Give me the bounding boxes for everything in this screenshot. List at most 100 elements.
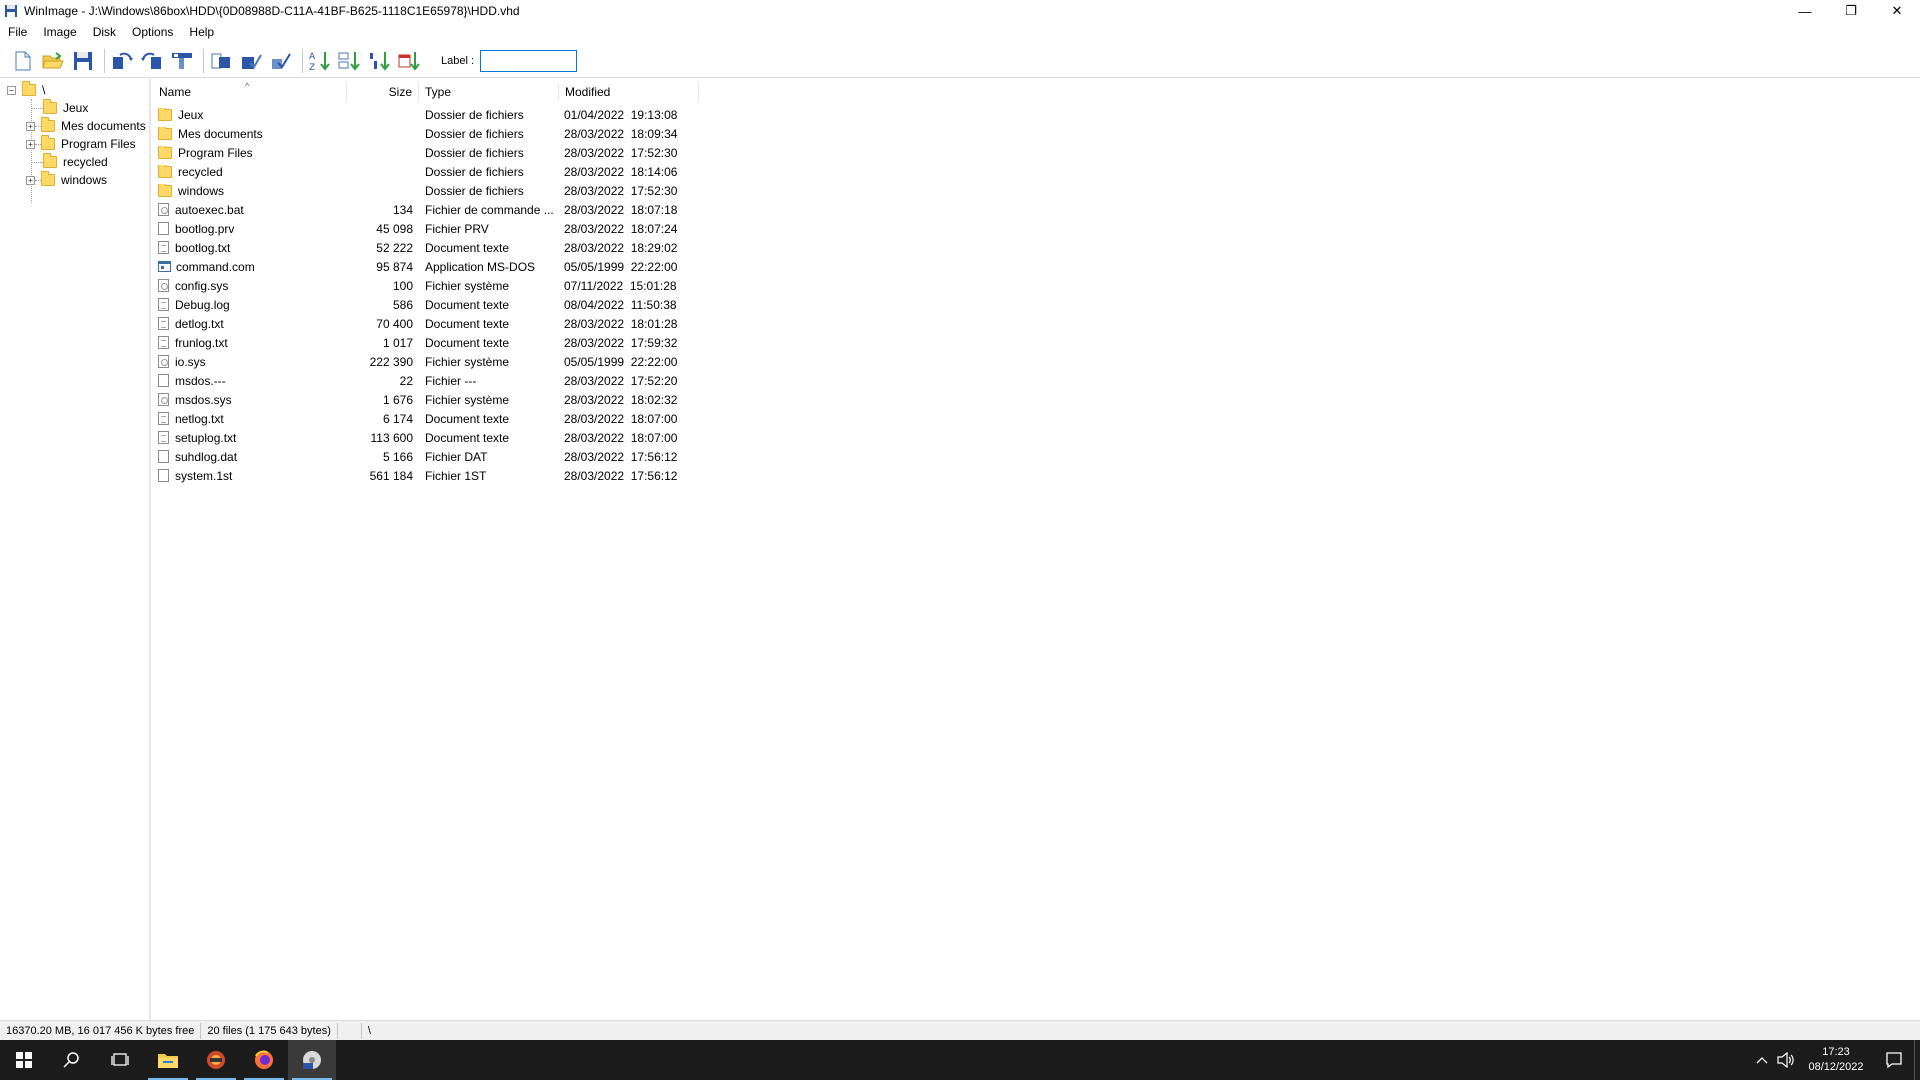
table-row[interactable]: frunlog.txt 1 017 Document texte 28/03/2022… — [153, 333, 699, 352]
table-row[interactable]: bootlog.prv 45 098 Fichier PRV 28/03/2022 1… — [153, 219, 699, 238]
menu-help[interactable]: Help — [181, 22, 222, 42]
column-header-modified[interactable]: Modified — [559, 83, 699, 101]
cell-name: io.sys — [153, 355, 347, 369]
cell-modified: 28/03/2022 18:14:06 — [564, 164, 678, 179]
open-folder-icon — [42, 51, 64, 68]
table-row[interactable]: windows Dossier de fichiers 28/03/2022 17:… — [153, 181, 699, 200]
table-row[interactable]: bootlog.txt 52 222 Document texte 28/03/202… — [153, 238, 699, 257]
close-button[interactable]: ✕ — [1874, 0, 1920, 22]
table-row[interactable]: system.1st 561 184 Fichier 1ST 28/03/2022 1… — [153, 466, 699, 485]
read-disk-button[interactable] — [109, 48, 135, 74]
tree-item-program-files[interactable]: + Program Files — [26, 135, 136, 153]
cell-size: 586 — [392, 297, 413, 312]
cell-size: 100 — [392, 278, 413, 293]
start-button[interactable] — [0, 1040, 48, 1080]
table-row[interactable]: io.sys 222 390 Fichier système 05/05/1999 2… — [153, 352, 699, 371]
cell-name: Program Files — [153, 145, 347, 160]
notification-center-button[interactable] — [1874, 1040, 1914, 1080]
menu-image[interactable]: Image — [35, 22, 84, 42]
taskbar-firefox[interactable] — [240, 1040, 288, 1080]
text-file-icon — [158, 317, 169, 330]
table-row[interactable]: command.com 95 874 Application MS-DOS 05/05… — [153, 257, 699, 276]
cell-modified: 28/03/2022 18:02:32 — [564, 392, 678, 407]
sort-by-date-button[interactable] — [397, 48, 423, 74]
menu-options[interactable]: Options — [124, 22, 181, 42]
extract-button[interactable] — [208, 48, 234, 74]
write-disk-button[interactable] — [139, 48, 165, 74]
table-row[interactable]: Debug.log 586 Document texte 08/04/2022 11:… — [153, 295, 699, 314]
taskbar-file-explorer[interactable] — [144, 1040, 192, 1080]
table-row[interactable]: suhdlog.dat 5 166 Fichier DAT 28/03/2022 17… — [153, 447, 699, 466]
table-row[interactable]: setuplog.txt 113 600 Document texte 28/03/2… — [153, 428, 699, 447]
menu-disk[interactable]: Disk — [85, 22, 124, 42]
cell-modified: 28/03/2022 17:59:32 — [564, 335, 678, 350]
cell-modified: 28/03/2022 18:09:34 — [564, 126, 678, 141]
minimize-button[interactable]: — — [1782, 0, 1828, 22]
tree-item-jeux[interactable]: Jeux — [43, 99, 88, 117]
cell-size: 222 390 — [369, 354, 413, 369]
table-row[interactable]: recycled Dossier de fichiers 28/03/2022 18… — [153, 162, 699, 181]
tree-item-label: Mes documents — [61, 119, 146, 133]
sort-by-name-button[interactable]: AZ — [307, 48, 333, 74]
file-rows: Jeux Dossier de fichiers 01/04/2022 19:13:… — [153, 105, 699, 485]
winimage-icon — [303, 1051, 321, 1069]
file-name: suhdlog.dat — [175, 449, 238, 464]
file-name: autoexec.bat — [175, 202, 244, 217]
file-icon — [158, 450, 169, 463]
table-row[interactable]: config.sys 100 Fichier système 07/11/2022 1… — [153, 276, 699, 295]
expand-icon[interactable]: + — [26, 121, 35, 131]
table-row[interactable]: netlog.txt 6 174 Document texte 28/03/2022 … — [153, 409, 699, 428]
search-button[interactable] — [48, 1040, 96, 1080]
tree-item-windows[interactable]: + windows — [26, 171, 107, 189]
cell-type: Application MS-DOS — [425, 259, 536, 274]
firefox-icon — [255, 1050, 273, 1069]
column-header-size[interactable]: Size — [347, 83, 419, 101]
table-row[interactable]: msdos.--- 22 Fichier --- 28/03/2022 17:52:2… — [153, 371, 699, 390]
expand-icon[interactable]: + — [26, 175, 35, 185]
inject-button[interactable] — [238, 48, 264, 74]
cell-type: Dossier de fichiers — [425, 164, 524, 179]
save-button[interactable] — [70, 48, 96, 74]
table-row[interactable]: msdos.sys 1 676 Fichier système 28/03/2022 … — [153, 390, 699, 409]
tree-root[interactable]: − \ — [7, 81, 45, 99]
taskbar-clock[interactable]: 17:23 08/12/2022 — [1798, 1045, 1874, 1075]
table-row[interactable]: detlog.txt 70 400 Document texte 28/03/2022… — [153, 314, 699, 333]
open-button[interactable] — [40, 48, 66, 74]
collapse-icon[interactable]: − — [7, 85, 16, 95]
delete-button[interactable] — [268, 48, 294, 74]
cell-modified: 28/03/2022 17:52:30 — [564, 145, 678, 160]
column-header-name[interactable]: ^ Name — [153, 81, 347, 101]
windows-logo-icon — [16, 1052, 32, 1068]
restore-button[interactable]: ❐ — [1828, 0, 1874, 22]
taskbar-app-2[interactable] — [192, 1040, 240, 1080]
cell-type: Fichier PRV — [425, 221, 489, 236]
task-view-button[interactable] — [96, 1040, 144, 1080]
chevron-up-icon[interactable] — [1750, 1040, 1774, 1080]
format-disk-button[interactable] — [169, 48, 195, 74]
column-header-type[interactable]: Type — [419, 83, 559, 101]
inject-icon — [242, 53, 262, 69]
taskbar-winimage[interactable] — [288, 1040, 336, 1080]
table-row[interactable]: autoexec.bat 134 Fichier de commande ... 28… — [153, 200, 699, 219]
volume-label-input[interactable] — [480, 49, 578, 72]
folder-icon — [158, 183, 172, 197]
text-file-icon — [158, 431, 169, 444]
folder-icon — [158, 126, 172, 140]
cell-modified: 28/03/2022 17:52:30 — [564, 183, 678, 198]
table-row[interactable]: Program Files Dossier de fichiers 28/03/20… — [153, 143, 699, 162]
tree-item-mes-documents[interactable]: + Mes documents — [26, 117, 146, 135]
sort-by-size-button[interactable] — [367, 48, 393, 74]
tree-item-recycled[interactable]: recycled — [43, 153, 108, 171]
application-icon — [158, 261, 171, 272]
cell-name: frunlog.txt — [153, 336, 347, 350]
sort-by-type-button[interactable] — [337, 48, 363, 74]
table-row[interactable]: Mes documents Dossier de fichiers 28/03/20… — [153, 124, 699, 143]
cell-modified: 08/04/2022 11:50:38 — [564, 297, 677, 312]
new-image-button[interactable] — [10, 48, 36, 74]
cell-modified: 28/03/2022 18:07:24 — [564, 221, 678, 236]
show-desktop-button[interactable] — [1914, 1040, 1920, 1080]
menu-file[interactable]: File — [0, 22, 35, 42]
expand-icon[interactable]: + — [26, 139, 35, 149]
table-row[interactable]: Jeux Dossier de fichiers 01/04/2022 19:13:… — [153, 105, 699, 124]
volume-icon[interactable] — [1774, 1040, 1798, 1080]
